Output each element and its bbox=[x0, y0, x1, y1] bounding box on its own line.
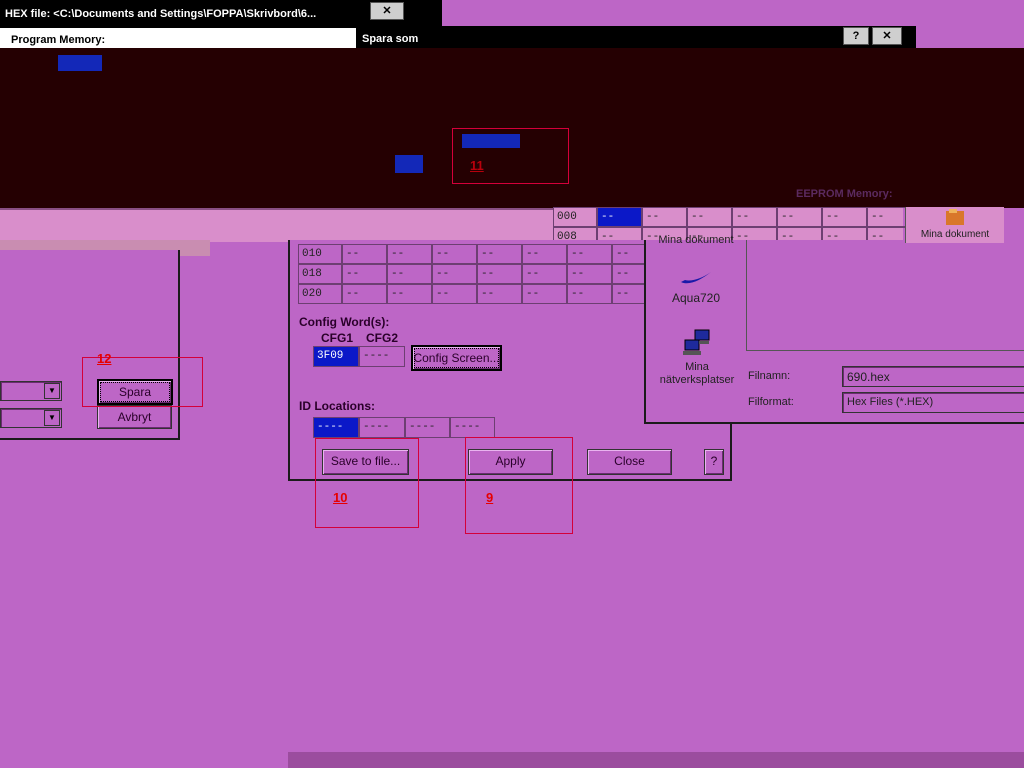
config-screen-button[interactable]: Config Screen... bbox=[411, 345, 502, 371]
program-memory-label: Program Memory: bbox=[11, 34, 106, 46]
eeprom_rows-cell[interactable]: -- bbox=[642, 207, 687, 227]
id-locations-heading: ID Locations: bbox=[299, 399, 376, 413]
hex-window-title: HEX file: <C:\Documents and Settings\FOP… bbox=[5, 8, 317, 20]
places-label: Mina nätverksplatser bbox=[659, 361, 735, 386]
program-memory-grid: 010 -- -- -- -- -- -- -- 018 -- -- -- -- -- -- -- 020 -- -… bbox=[298, 244, 657, 308]
save-dialog-title: Spara som bbox=[362, 33, 419, 45]
annotation-box-9 bbox=[465, 437, 573, 534]
annotation-label-12: 12 bbox=[97, 351, 112, 366]
chevron-down-icon[interactable]: ▼ bbox=[44, 383, 60, 399]
save-dialog-help-button[interactable]: ? bbox=[843, 27, 869, 45]
cancel-button[interactable]: Avbryt bbox=[97, 405, 172, 429]
filename-combo-partial[interactable]: ▼ bbox=[0, 381, 62, 401]
places-item-mina-dokument-right[interactable]: Mina dokument bbox=[905, 207, 1004, 243]
network-computers-icon bbox=[683, 329, 710, 355]
program_rows-cell[interactable]: -- bbox=[477, 264, 522, 284]
eeprom_rows-cell[interactable]: -- bbox=[597, 207, 642, 227]
glitch-strip bbox=[0, 208, 556, 242]
filename-label: Filnamn: bbox=[748, 370, 791, 382]
eeprom_rows-cell[interactable]: -- bbox=[822, 207, 867, 227]
program_rows-cell[interactable]: -- bbox=[432, 264, 477, 284]
glitch-accent-2 bbox=[395, 155, 423, 173]
program_rows-cell[interactable]: -- bbox=[387, 244, 432, 264]
glitch-accent-1 bbox=[58, 55, 102, 71]
annotation-label-11: 11 bbox=[470, 158, 484, 173]
swoosh-icon bbox=[681, 272, 711, 284]
program_rows-address: 018 bbox=[298, 264, 342, 284]
id-location-4[interactable]: ---- bbox=[450, 417, 495, 438]
close-button[interactable]: Close bbox=[587, 449, 672, 475]
cfg2-label: CFG2 bbox=[366, 331, 399, 345]
filetype-label: Filformat: bbox=[748, 396, 794, 408]
program_rows-cell[interactable]: -- bbox=[567, 284, 612, 304]
program_rows-cell[interactable]: -- bbox=[567, 244, 612, 264]
folder-icon bbox=[946, 209, 964, 225]
program_rows-cell[interactable]: -- bbox=[432, 244, 477, 264]
places-label: Mina dokument bbox=[920, 229, 990, 240]
program_rows-cell[interactable]: -- bbox=[342, 264, 387, 284]
chevron-down-icon[interactable]: ▼ bbox=[44, 410, 60, 426]
hex-window-titlebar: HEX file: <C:\Documents and Settings\FOP… bbox=[0, 0, 442, 28]
program_rows-cell[interactable]: -- bbox=[432, 284, 477, 304]
program_rows-address: 010 bbox=[298, 244, 342, 264]
cfg2-value[interactable]: ---- bbox=[359, 346, 405, 367]
config-words-heading: Config Word(s): bbox=[299, 315, 390, 329]
filetype-value: Hex Files (*.HEX) bbox=[847, 396, 934, 408]
places-label: Aqua720 bbox=[671, 291, 721, 305]
annotation-label-9: 9 bbox=[486, 490, 494, 505]
save-dialog-close-button[interactable]: ✕ bbox=[872, 27, 902, 45]
eeprom_rows-cell[interactable]: -- bbox=[687, 207, 732, 227]
program_rows-cell[interactable]: -- bbox=[342, 244, 387, 264]
filetype-combo-partial[interactable]: ▼ bbox=[0, 408, 62, 428]
annotation-box-11 bbox=[452, 128, 569, 184]
cfg1-label: CFG1 bbox=[321, 331, 354, 345]
program_rows-cell[interactable]: -- bbox=[477, 244, 522, 264]
program_rows-cell[interactable]: -- bbox=[387, 264, 432, 284]
id-location-1[interactable]: ---- bbox=[313, 417, 359, 438]
cfg1-value[interactable]: 3F09 bbox=[313, 346, 359, 367]
program_rows-cell[interactable]: -- bbox=[567, 264, 612, 284]
save-dialog-titlebar: Spara som ? ✕ bbox=[356, 26, 916, 48]
places-item-mina-dokument-top[interactable]: Mina dokument bbox=[650, 232, 742, 246]
eeprom-heading: EEPROM Memory: bbox=[796, 188, 893, 200]
program_rows-cell[interactable]: -- bbox=[522, 244, 567, 264]
places-item-aqua720[interactable]: Aqua720 bbox=[660, 268, 732, 314]
places-item-network[interactable]: Mina nätverksplatser bbox=[652, 328, 742, 388]
program_rows-cell[interactable]: -- bbox=[387, 284, 432, 304]
bottom-strip bbox=[288, 752, 1024, 768]
places-label: Mina dokument bbox=[658, 234, 734, 246]
program-memory-bar: Program Memory: bbox=[0, 28, 356, 48]
filename-value: 690.hex bbox=[847, 370, 890, 384]
filename-input[interactable]: 690.hex bbox=[842, 366, 1024, 387]
program_rows-cell[interactable]: -- bbox=[342, 284, 387, 304]
id-location-2[interactable]: ---- bbox=[359, 417, 405, 438]
eeprom_rows-cell[interactable]: -- bbox=[777, 207, 822, 227]
eeprom_rows-cell[interactable]: -- bbox=[732, 207, 777, 227]
file-list-area bbox=[746, 240, 1024, 351]
filetype-select[interactable]: Hex Files (*.HEX) bbox=[842, 392, 1024, 413]
program_rows-address: 020 bbox=[298, 284, 342, 304]
hex-window-close-button[interactable]: ✕ bbox=[370, 2, 404, 20]
program_rows-cell[interactable]: -- bbox=[522, 284, 567, 304]
id-location-3[interactable]: ---- bbox=[405, 417, 450, 438]
eeprom_rows-address: 000 bbox=[553, 207, 597, 227]
program_rows-cell[interactable]: -- bbox=[477, 284, 522, 304]
program_rows-cell[interactable]: -- bbox=[522, 264, 567, 284]
annotation-label-10: 10 bbox=[333, 490, 348, 505]
annotation-box-10 bbox=[315, 438, 419, 528]
help-button[interactable]: ? bbox=[704, 449, 724, 475]
